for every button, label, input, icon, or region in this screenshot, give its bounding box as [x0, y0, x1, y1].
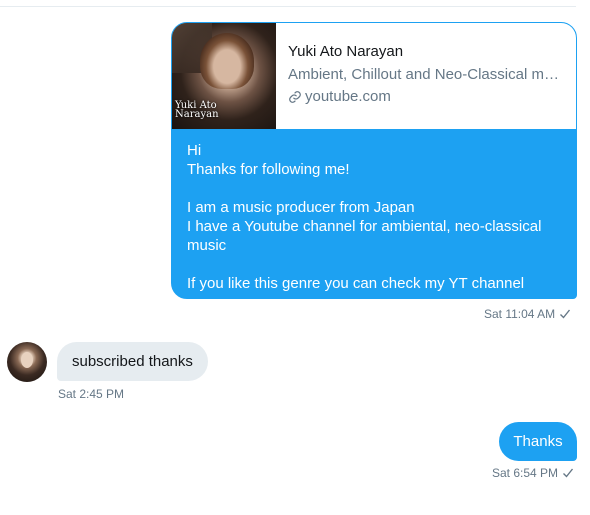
link-preview-card[interactable]: Yuki Ato Narayan Yuki Ato Narayan Ambien…	[172, 23, 576, 129]
message-line: I have a Youtube channel for ambiental, …	[187, 218, 542, 254]
thumbnail-logo-text: Yuki Ato Narayan	[175, 101, 219, 120]
outgoing-message-bubble: Thanks	[499, 422, 577, 461]
link-icon	[289, 90, 301, 103]
link-preview-text: Yuki Ato Narayan Ambient, Chillout and N…	[276, 23, 576, 129]
message-line: Thanks for following me!	[187, 161, 350, 178]
link-preview-thumbnail[interactable]: Yuki Ato Narayan	[172, 23, 276, 129]
top-divider	[0, 6, 576, 7]
message-timestamp-row: Sat 6:54 PM	[492, 466, 574, 480]
avatar-face	[21, 352, 33, 368]
link-preview-domain: youtube.com	[305, 88, 391, 105]
message-timestamp-row: Sat 11:04 AM	[484, 307, 571, 321]
link-preview-title[interactable]: Yuki Ato Narayan	[288, 43, 576, 60]
message-line: I am a music producer from Japan	[187, 199, 415, 216]
outgoing-message-card: Yuki Ato Narayan Yuki Ato Narayan Ambien…	[171, 22, 577, 299]
message-timestamp: Sat 11:04 AM	[484, 307, 556, 321]
check-icon	[563, 468, 574, 478]
message-line	[187, 179, 562, 198]
sender-avatar[interactable]	[7, 342, 47, 382]
check-icon	[560, 309, 571, 319]
outgoing-message-text: Hi Thanks for following me! I am a music…	[187, 141, 562, 293]
incoming-timestamp-row: Sat 2:45 PM	[58, 387, 124, 401]
message-timestamp: Sat 2:45 PM	[58, 387, 125, 401]
link-preview-domain-row[interactable]: youtube.com	[288, 88, 576, 105]
thumbnail-logo-line-2: Narayan	[175, 109, 219, 120]
message-line: Hi	[187, 142, 202, 159]
thumbnail-portrait	[200, 33, 254, 89]
message-line: If you like this genre you can check my …	[187, 275, 525, 292]
message-line	[187, 255, 562, 274]
message-timestamp: Sat 6:54 PM	[492, 466, 559, 480]
outgoing-message-text: Thanks	[513, 433, 563, 450]
link-preview-description: Ambient, Chillout and Neo-Classical mu…	[288, 66, 566, 83]
incoming-message-bubble: subscribed thanks	[57, 342, 208, 381]
incoming-message-text: subscribed thanks	[72, 353, 193, 370]
